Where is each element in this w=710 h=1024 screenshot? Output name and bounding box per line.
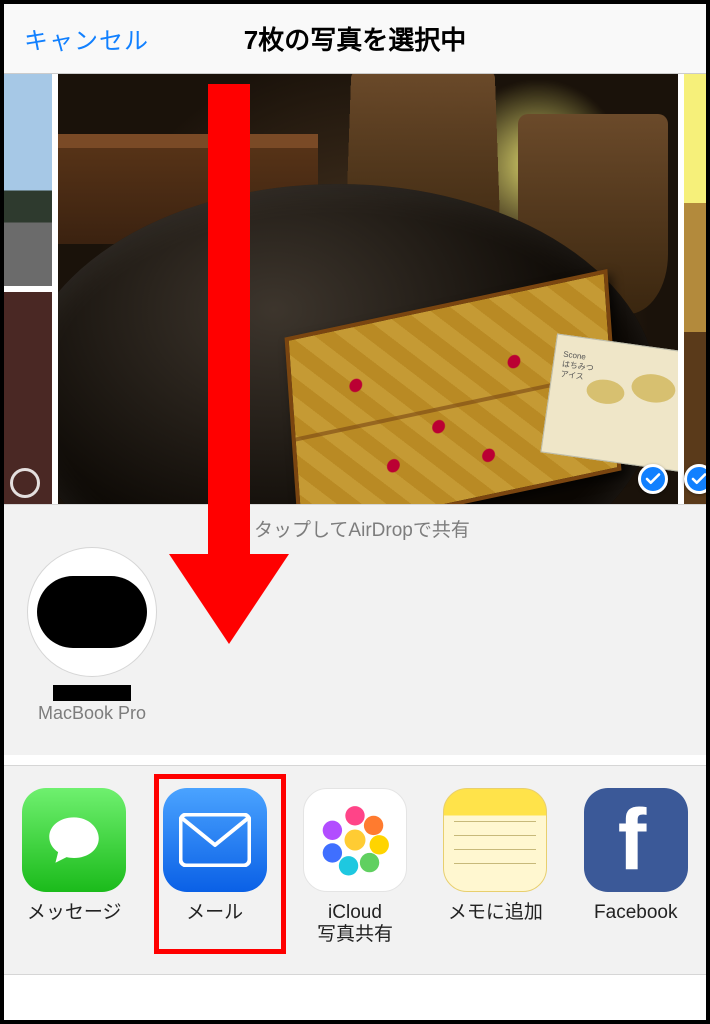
airdrop-contact-label: MacBook Pro [22,703,162,724]
selected-check-icon [684,464,706,494]
share-sheet-title: 7枚の写真を選択中 [244,20,466,57]
photo-content: Sconeはちみつアイス [58,74,678,504]
notes-icon [443,788,547,892]
photo-thumb-column [4,74,52,504]
app-label: Facebook [571,902,701,924]
photo-thumb[interactable] [4,292,52,504]
airdrop-contact[interactable]: MacBook Pro [22,547,162,724]
messages-icon [22,788,126,892]
app-icloud-photo-share[interactable]: iCloud 写真共有 [290,788,420,946]
app-messages[interactable]: メッセージ [9,788,139,924]
avatar [27,547,157,677]
app-notes[interactable]: メモに追加 [430,788,560,924]
app-label: メモに追加 [430,902,560,924]
share-apps-row: メッセージ メール iCloud 写真共有 メモに追加 f Facebook [4,765,706,975]
selected-check-icon [638,464,668,494]
airdrop-section: タップしてAirDropで共有 MacBook Pro [4,505,706,755]
selected-photos-strip[interactable]: Sconeはちみつアイス [4,74,706,504]
icloud-photo-icon [303,788,407,892]
cancel-button[interactable]: キャンセル [24,21,149,56]
app-label: メール [150,902,280,924]
app-mail[interactable]: メール [150,788,280,924]
mail-icon [163,788,267,892]
app-label: iCloud 写真共有 [290,902,420,946]
redacted-name [53,685,131,701]
photo-main[interactable]: Sconeはちみつアイス [58,74,678,504]
facebook-icon: f [584,788,688,892]
share-sheet-header: キャンセル 7枚の写真を選択中 [4,4,706,74]
photo-thumb[interactable] [684,74,706,504]
app-facebook[interactable]: f Facebook [571,788,701,924]
app-label: メッセージ [9,902,139,924]
photo-thumb[interactable] [4,74,52,286]
airdrop-hint-label: タップしてAirDropで共有 [254,515,470,542]
selection-circle-icon [10,468,40,498]
